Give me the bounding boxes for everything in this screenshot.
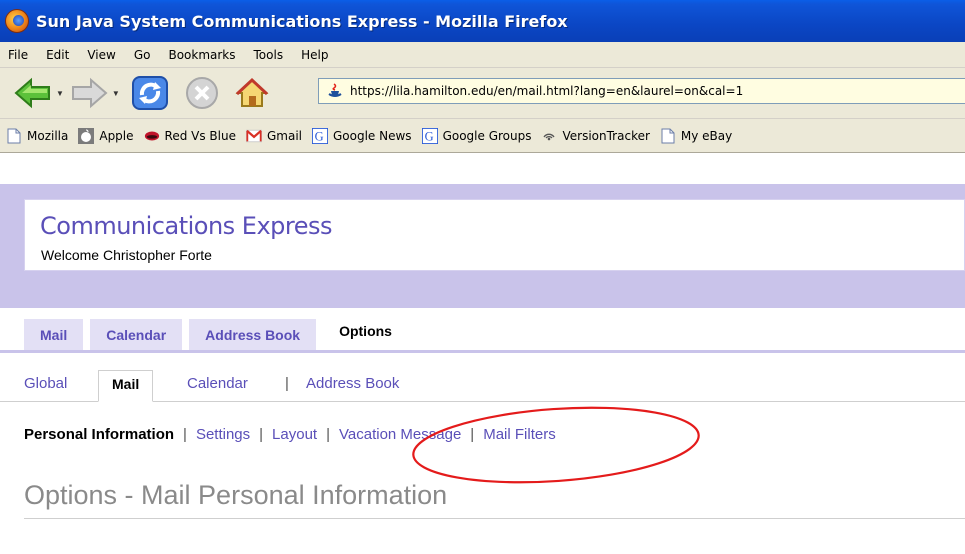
menu-edit[interactable]: Edit [37, 48, 78, 62]
page-icon [660, 128, 676, 144]
bookmark-mozilla[interactable]: Mozilla [6, 128, 68, 144]
java-icon [325, 82, 345, 100]
link-vacation-message[interactable]: Vacation Message [339, 426, 461, 443]
tab-options[interactable]: Options [323, 312, 408, 350]
link-layout[interactable]: Layout [272, 426, 317, 443]
gmail-icon [245, 128, 262, 144]
link-mail-filters[interactable]: Mail Filters [483, 426, 556, 443]
app-banner: Communications Express Welcome Christoph… [0, 184, 965, 308]
menu-bar: File Edit View Go Bookmarks Tools Help [0, 42, 965, 68]
menu-file[interactable]: File [0, 48, 37, 62]
back-dropdown-icon[interactable]: ▼ [56, 89, 64, 98]
options-sub-tabs: Global Mail Calendar | Address Book [0, 366, 965, 402]
subtab-calendar[interactable]: Calendar [187, 375, 248, 392]
page-title: Options - Mail Personal Information [24, 480, 448, 510]
heading-divider [24, 518, 965, 519]
stop-button[interactable] [184, 73, 220, 113]
home-icon [235, 77, 269, 107]
apple-icon [78, 127, 95, 144]
back-button[interactable] [14, 73, 52, 113]
page-icon [6, 128, 22, 144]
subtab-address-book[interactable]: Address Book [306, 375, 399, 392]
subtab-mail[interactable]: Mail [98, 370, 154, 402]
menu-view[interactable]: View [78, 48, 124, 62]
bookmark-gmail[interactable]: Gmail [245, 128, 302, 144]
window-title: Sun Java System Communications Express -… [36, 11, 568, 31]
link-separator: | [183, 426, 187, 443]
bookmark-apple[interactable]: Apple [78, 127, 134, 144]
svg-text:G: G [424, 129, 433, 143]
link-separator: | [259, 426, 264, 443]
home-button[interactable] [234, 73, 270, 113]
google-icon: G [312, 127, 328, 144]
bookmarks-toolbar: Mozilla Apple Red Vs Blue Gmail G Google… [0, 119, 965, 153]
window-title-bar: Sun Java System Communications Express -… [0, 0, 965, 42]
page-content: Communications Express Welcome Christoph… [0, 154, 965, 554]
link-settings[interactable]: Settings [196, 426, 250, 443]
forward-arrow-icon [71, 77, 108, 109]
bookmark-red-vs-blue[interactable]: Red Vs Blue [144, 128, 236, 144]
address-bar[interactable]: https://lila.hamilton.edu/en/mail.html?l… [318, 78, 965, 104]
address-url: https://lila.hamilton.edu/en/mail.html?l… [350, 84, 744, 98]
app-header: Communications Express Welcome Christoph… [24, 199, 965, 271]
stop-icon [185, 77, 218, 109]
tab-divider [0, 350, 965, 353]
tab-mail[interactable]: Mail [24, 319, 84, 350]
reload-button[interactable] [130, 73, 170, 113]
tab-address-book[interactable]: Address Book [189, 319, 317, 350]
link-personal-information[interactable]: Personal Information [24, 426, 174, 443]
bookmark-my-ebay[interactable]: My eBay [660, 128, 732, 144]
main-tabs: Mail Calendar Address Book Options [24, 312, 415, 350]
bookmark-google-groups[interactable]: G Google Groups [421, 127, 531, 144]
red-vs-blue-icon [144, 128, 160, 144]
feed-icon [541, 128, 557, 144]
forward-button[interactable] [70, 73, 108, 113]
google-icon: G [421, 127, 438, 144]
bookmark-google-news[interactable]: G Google News [312, 127, 412, 144]
menu-help[interactable]: Help [292, 48, 337, 62]
mail-options-links: Personal Information | Settings | Layout | Vac… [24, 426, 556, 443]
welcome-text: Welcome Christopher Forte [41, 247, 212, 263]
menu-tools[interactable]: Tools [245, 48, 293, 62]
reload-icon [131, 76, 168, 110]
link-separator: | [470, 426, 475, 443]
app-title: Communications Express [40, 212, 333, 240]
tab-calendar[interactable]: Calendar [90, 319, 183, 350]
svg-text:G: G [315, 129, 324, 143]
forward-dropdown-icon[interactable]: ▼ [112, 89, 120, 98]
back-arrow-icon [14, 77, 50, 109]
navigation-toolbar: ▼ ▼ https://lila.hamilton.edu/en/mail.ht… [0, 68, 965, 119]
bookmark-versiontracker[interactable]: VersionTracker [541, 128, 650, 144]
link-separator: | [326, 426, 330, 443]
menu-go[interactable]: Go [125, 48, 160, 62]
menu-bookmarks[interactable]: Bookmarks [159, 48, 244, 62]
firefox-icon [5, 9, 29, 33]
subtab-separator: | [285, 375, 289, 392]
subtab-global[interactable]: Global [24, 375, 67, 392]
